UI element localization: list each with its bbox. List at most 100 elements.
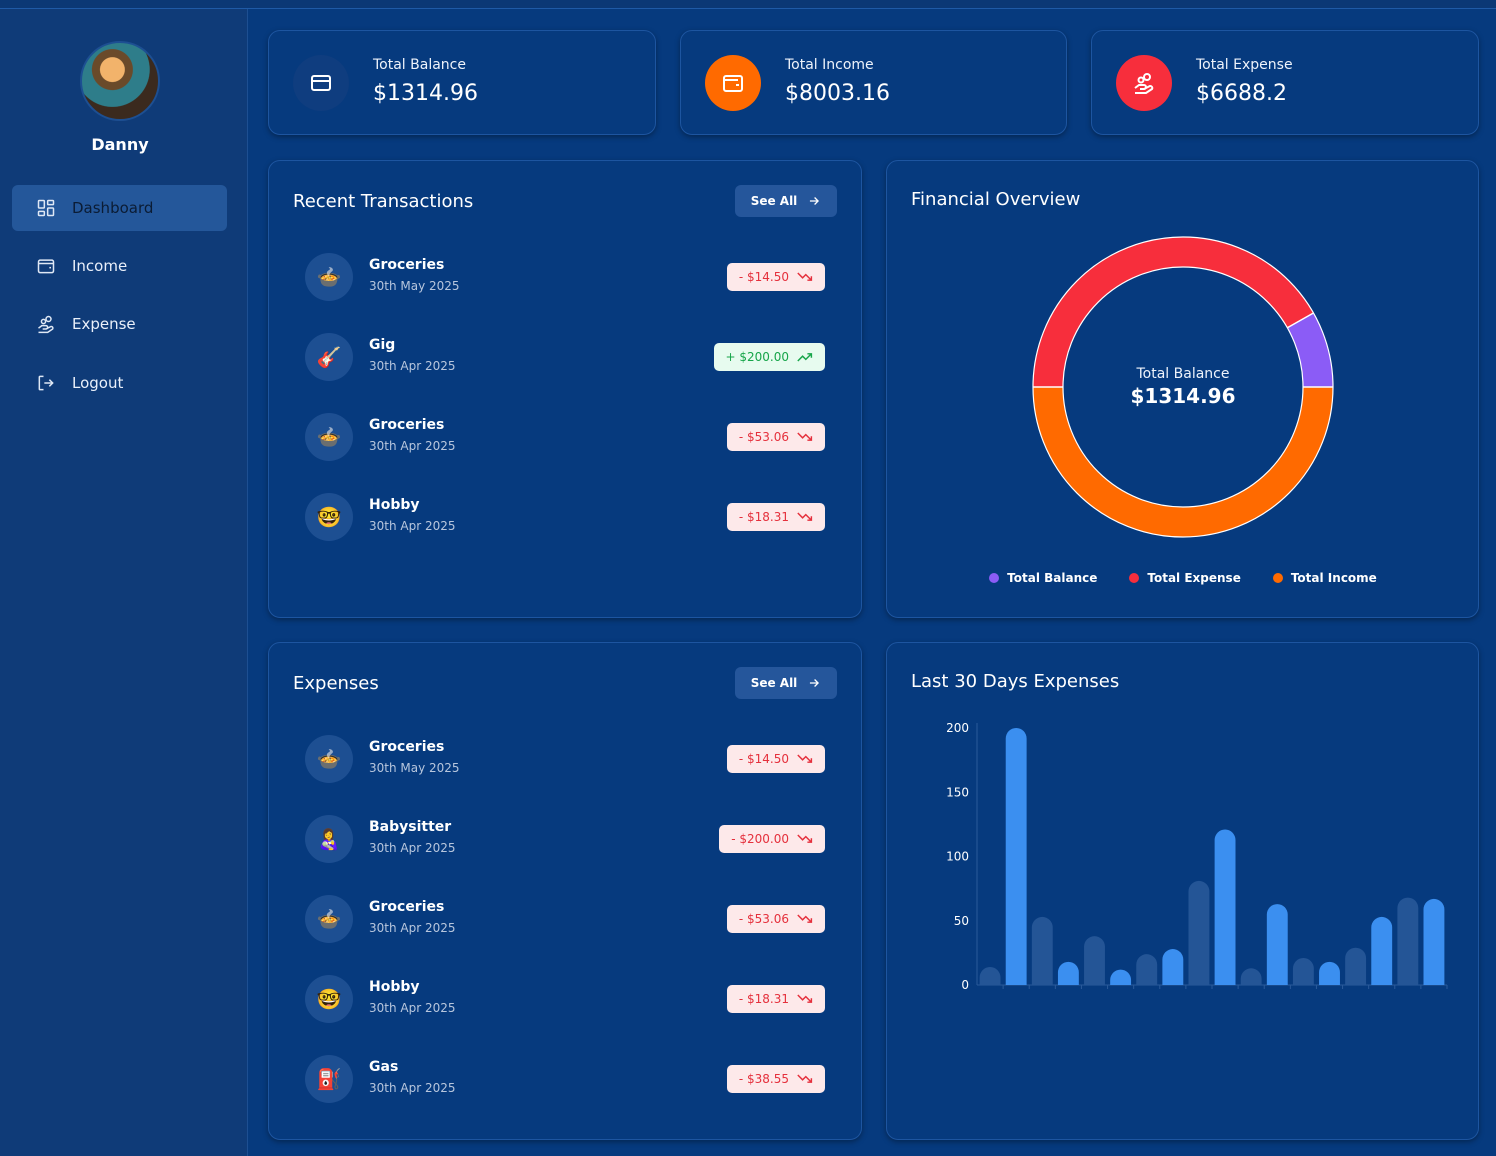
transaction-date: 30th May 2025 (369, 761, 460, 775)
amount-badge: - $18.31 (726, 985, 825, 1013)
card-title: Expenses (293, 673, 379, 694)
transaction-row[interactable]: 🎸 Gig 30th Apr 2025 + $200.00 (305, 333, 825, 383)
total-expense-card: Total Expense $6688.2 (1091, 30, 1479, 135)
trend-down-icon (797, 432, 813, 441)
bar-chart: 0 50 100 150 200 (946, 721, 1448, 992)
trend-down-icon (797, 272, 813, 281)
bar[interactable] (1188, 880, 1210, 985)
amount-badge: - $14.50 (726, 745, 825, 773)
legend-label: Total Income (1290, 571, 1377, 585)
stat-value: $8003.16 (785, 81, 890, 106)
sidebar-item-logout[interactable]: Logout (12, 360, 227, 406)
category-emoji-icon: 🍲 (305, 253, 353, 301)
transaction-date: 30th Apr 2025 (369, 921, 456, 935)
bar[interactable] (1423, 898, 1445, 985)
transaction-name: Groceries (369, 739, 445, 755)
transaction-date: 30th Apr 2025 (369, 1081, 456, 1095)
bar[interactable] (1031, 916, 1053, 985)
bar[interactable] (1371, 916, 1393, 985)
amount-badge: + $200.00 (713, 343, 825, 371)
legend-label: Total Expense (1147, 571, 1241, 585)
see-all-label: See All (750, 194, 798, 208)
wallet-icon (37, 259, 55, 274)
amount-value: - $14.50 (738, 270, 789, 284)
transaction-row[interactable]: 🤓 Hobby 30th Apr 2025 - $18.31 (305, 975, 825, 1025)
amount-value: - $18.31 (738, 992, 789, 1006)
transaction-row[interactable]: 🍲 Groceries 30th May 2025 - $14.50 (305, 735, 825, 785)
amount-value: - $53.06 (738, 912, 789, 926)
bar[interactable] (1005, 728, 1027, 985)
category-emoji-icon: ⛽ (305, 1055, 353, 1103)
hand-coins-icon (38, 315, 54, 334)
stat-icon-wrap (1116, 55, 1172, 111)
category-emoji-icon: 👩‍🍼 (305, 815, 353, 863)
stat-icon-wrap (293, 55, 349, 111)
trend-down-icon (797, 754, 813, 763)
transaction-name: Groceries (369, 417, 445, 433)
see-all-label: See All (750, 676, 798, 690)
donut-center-value: $1314.96 (1130, 384, 1236, 408)
sidebar-item-label: Logout (72, 374, 124, 392)
bar[interactable] (1214, 829, 1236, 985)
bar[interactable] (1136, 954, 1158, 985)
bar[interactable] (1110, 969, 1132, 985)
bar[interactable] (1240, 968, 1262, 985)
transaction-row[interactable]: 🤓 Hobby 30th Apr 2025 - $18.31 (305, 493, 825, 543)
amount-value: + $200.00 (725, 350, 790, 364)
bar[interactable] (1292, 958, 1314, 985)
legend-label: Total Balance (1007, 571, 1098, 585)
y-tick-label: 50 (954, 914, 969, 928)
avatar[interactable] (80, 41, 160, 121)
amount-badge: - $53.06 (726, 905, 825, 933)
see-all-button[interactable]: See All (735, 185, 837, 217)
total-balance-card: Total Balance $1314.96 (268, 30, 656, 135)
logout-icon (38, 375, 54, 391)
legend-item: Total Income (1272, 571, 1377, 585)
bar[interactable] (1057, 961, 1079, 985)
sidebar-item-expense[interactable]: Expense (12, 301, 227, 347)
stat-label: Total Income (785, 57, 874, 73)
transaction-name: Hobby (369, 497, 420, 513)
transaction-date: 30th Apr 2025 (369, 841, 456, 855)
sidebar-item-income[interactable]: Income (12, 243, 227, 289)
amount-badge: - $14.50 (726, 263, 825, 291)
bar[interactable] (1162, 949, 1184, 985)
bar[interactable] (1397, 897, 1419, 985)
transaction-row[interactable]: 🍲 Groceries 30th Apr 2025 - $53.06 (305, 413, 825, 463)
legend-item: Total Balance (989, 571, 1097, 585)
transaction-row[interactable]: 👩‍🍼 Babysitter 30th Apr 2025 - $200.00 (305, 815, 825, 865)
sidebar-item-dashboard[interactable]: Dashboard (12, 185, 227, 231)
donut-center-label: Total Balance (1136, 366, 1230, 382)
hand-coins-icon (1134, 73, 1154, 94)
bar[interactable] (1084, 936, 1105, 985)
amount-badge: - $200.00 (719, 825, 825, 853)
legend-dot (989, 573, 1000, 583)
transaction-row[interactable]: ⛽ Gas 30th Apr 2025 - $38.55 (305, 1055, 825, 1105)
bar[interactable] (979, 967, 1001, 985)
donut-legend: Total Balance Total Expense Total Income (887, 571, 1479, 585)
donut-center: Total Balance $1314.96 (1032, 236, 1334, 538)
bar[interactable] (1266, 904, 1288, 985)
transaction-name: Groceries (369, 257, 445, 273)
sidebar-item-label: Income (72, 257, 128, 275)
amount-value: - $18.31 (738, 510, 789, 524)
bar[interactable] (1319, 961, 1340, 985)
category-emoji-icon: 🍲 (305, 413, 353, 461)
transaction-name: Gas (369, 1059, 399, 1075)
transaction-row[interactable]: 🍲 Groceries 30th May 2025 - $14.50 (305, 253, 825, 303)
stat-value: $6688.2 (1196, 81, 1287, 106)
chart-title: Last 30 Days Expenses (911, 671, 1120, 692)
transaction-name: Babysitter (369, 819, 452, 835)
bar[interactable] (1345, 947, 1367, 985)
legend-dot (1272, 573, 1283, 583)
stat-label: Total Balance (373, 57, 466, 73)
last-30-days-card: Last 30 Days Expenses 0 50 100 150 200 (886, 642, 1479, 1140)
see-all-button[interactable]: See All (735, 667, 837, 699)
trend-down-icon (797, 512, 813, 521)
trend-down-icon (797, 994, 813, 1003)
expenses-card: Expenses See All 🍲 Groceries 30th May 2025… (268, 642, 862, 1140)
trend-down-icon (797, 914, 813, 923)
transaction-row[interactable]: 🍲 Groceries 30th Apr 2025 - $53.06 (305, 895, 825, 945)
sidebar-item-label: Dashboard (72, 199, 154, 217)
credit-card-icon (311, 75, 331, 91)
